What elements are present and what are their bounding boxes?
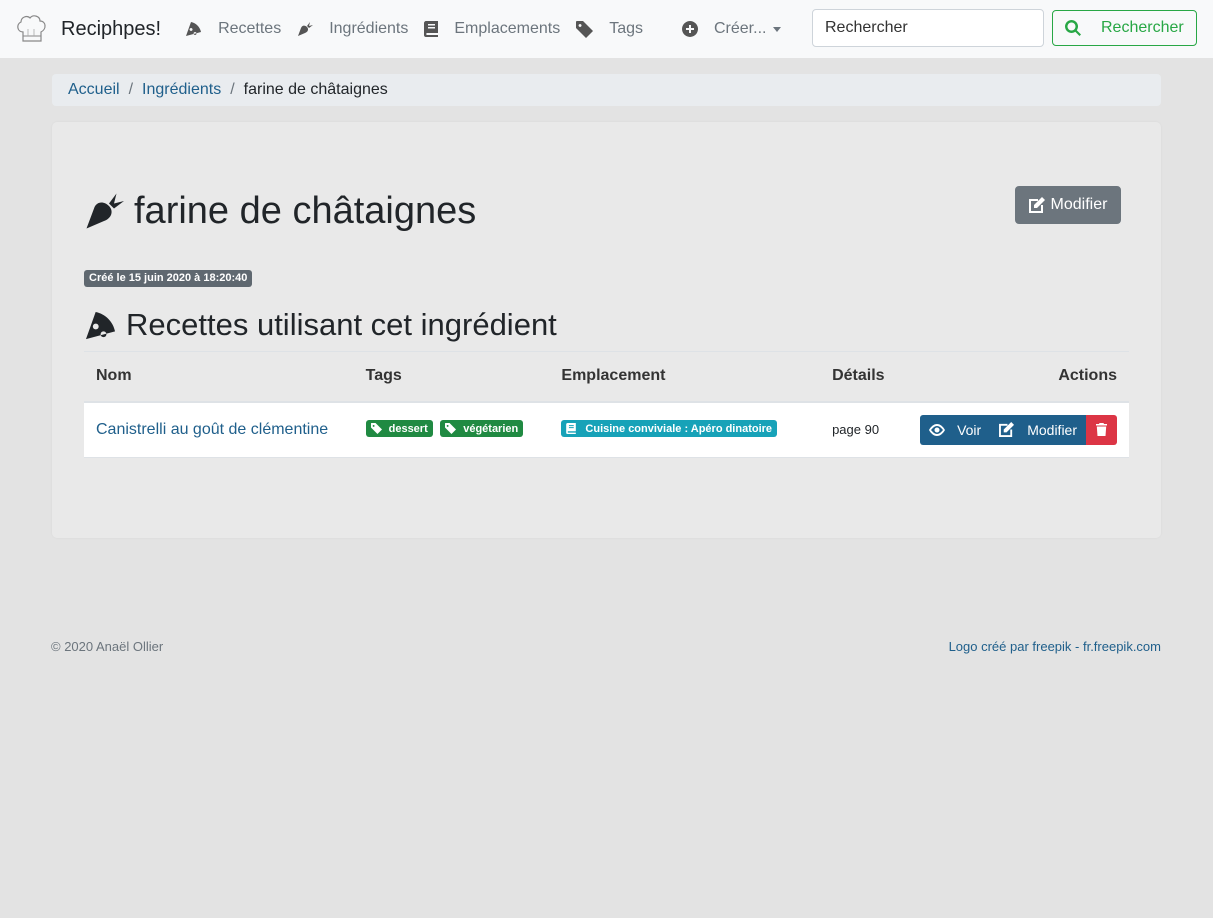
- column-header-tags: Tags: [353, 351, 550, 403]
- nav-recettes[interactable]: Recettes: [185, 20, 281, 38]
- recipe-name-cell: Canistrelli au goût de clémentine: [84, 401, 354, 458]
- nav-create-dropdown[interactable]: Créer...: [682, 20, 782, 38]
- tag-icon: [576, 20, 594, 38]
- edit-ingredient-button[interactable]: Modifier: [1015, 186, 1121, 224]
- search-icon: [1065, 20, 1081, 36]
- pizza-slice-icon: [85, 311, 116, 339]
- page-title: farine de châtaignes: [84, 188, 476, 234]
- nav-emplacements-label: Emplacements: [454, 20, 561, 37]
- nav-tags-label: Tags: [609, 20, 643, 37]
- carrot-icon: [298, 22, 314, 36]
- breadcrumb-ingredients[interactable]: Ingrédients: [142, 81, 221, 99]
- location-badge[interactable]: Cuisine conviviale : Apéro dinatoire: [561, 420, 778, 438]
- footer-copyright: © 2020 Anaël Ollier: [51, 639, 164, 654]
- tag-icon: [370, 423, 382, 435]
- carrot-icon: [86, 193, 124, 229]
- location-label: Cuisine conviviale : Apéro dinatoire: [585, 422, 773, 435]
- book-icon: [566, 423, 577, 435]
- recipe-tags-cell: dessert végétarien: [353, 401, 550, 458]
- brand-link[interactable]: Reciphpes!: [15, 14, 161, 44]
- tag-badge[interactable]: végétarien: [440, 420, 524, 438]
- delete-button[interactable]: [1086, 414, 1117, 445]
- search-button-label: Rechercher: [1101, 19, 1184, 36]
- breadcrumb-current: farine de châtaignes: [243, 81, 388, 98]
- breadcrumb: Accueil / Ingrédients / farine de châtai…: [52, 74, 1161, 106]
- page-title-text: farine de châtaignes: [134, 190, 477, 232]
- plus-circle-icon: [682, 21, 698, 37]
- trash-icon: [1096, 423, 1107, 437]
- edit-recipe-button[interactable]: Modifier: [990, 414, 1086, 445]
- breadcrumb-separator: /: [230, 81, 235, 98]
- column-header-actions: Actions: [908, 351, 1129, 403]
- chevron-down-icon: [773, 26, 782, 32]
- nav-ingredients-label: Ingrédients: [329, 20, 409, 37]
- nav-ingredients[interactable]: Ingrédients: [297, 20, 408, 38]
- nav-emplacements[interactable]: Emplacements: [424, 20, 560, 38]
- tag-label: dessert: [388, 422, 428, 435]
- view-button[interactable]: Voir: [920, 414, 991, 445]
- breadcrumb-home[interactable]: Accueil: [68, 81, 120, 99]
- tag-label: végétarien: [463, 422, 519, 435]
- nav-recettes-label: Recettes: [218, 20, 282, 37]
- section-title: Recettes utilisant cet ingrédient: [84, 306, 557, 344]
- recipes-table: Nom Tags Emplacement Détails Actions Can…: [84, 351, 1129, 458]
- ingredient-card: farine de châtaignes Modifier Créé le 15…: [52, 122, 1161, 538]
- search-input[interactable]: [812, 9, 1044, 47]
- table-row: Canistrelli au goût de clémentine desser…: [84, 401, 1129, 458]
- breadcrumb-separator: /: [128, 81, 134, 98]
- nav-tags[interactable]: Tags: [576, 20, 643, 38]
- edit-ingredient-label: Modifier: [1050, 196, 1108, 213]
- column-header-details: Détails: [820, 351, 909, 403]
- table-header-row: Nom Tags Emplacement Détails Actions: [84, 351, 1129, 403]
- edit-recipe-label: Modifier: [1027, 421, 1077, 438]
- nav-create-label: Créer...: [714, 20, 767, 37]
- created-date-badge: Créé le 15 juin 2020 à 18:20:40: [84, 270, 253, 287]
- eye-icon: [929, 423, 946, 436]
- brand-name: Reciphpes!: [61, 17, 162, 40]
- recipe-details-cell: page 90: [820, 401, 909, 458]
- column-header-name: Nom: [84, 351, 354, 403]
- column-header-location: Emplacement: [549, 351, 821, 403]
- view-button-label: Voir: [957, 421, 982, 438]
- tag-badge[interactable]: dessert: [365, 420, 433, 438]
- section-title-text: Recettes utilisant cet ingrédient: [126, 307, 557, 342]
- recipe-name-link[interactable]: Canistrelli au goût de clémentine: [96, 421, 328, 438]
- recipe-location-cell: Cuisine conviviale : Apéro dinatoire: [549, 401, 821, 458]
- tag-icon: [445, 423, 457, 435]
- pizza-slice-icon: [186, 22, 202, 36]
- navbar: Reciphpes! Recettes Ingrédients Emplacem…: [0, 0, 1213, 58]
- book-icon: [424, 21, 439, 37]
- search-button[interactable]: Rechercher: [1052, 10, 1197, 46]
- footer-credit-link[interactable]: Logo créé par freepik - fr.freepik.com: [949, 639, 1161, 654]
- action-button-group: Voir Modifier: [920, 414, 1117, 445]
- chef-hat-logo-icon: [17, 15, 46, 42]
- recipe-details-text: page 90: [832, 421, 880, 437]
- edit-icon: [999, 422, 1015, 438]
- edit-icon: [1028, 197, 1045, 213]
- recipe-actions-cell: Voir Modifier: [908, 401, 1129, 458]
